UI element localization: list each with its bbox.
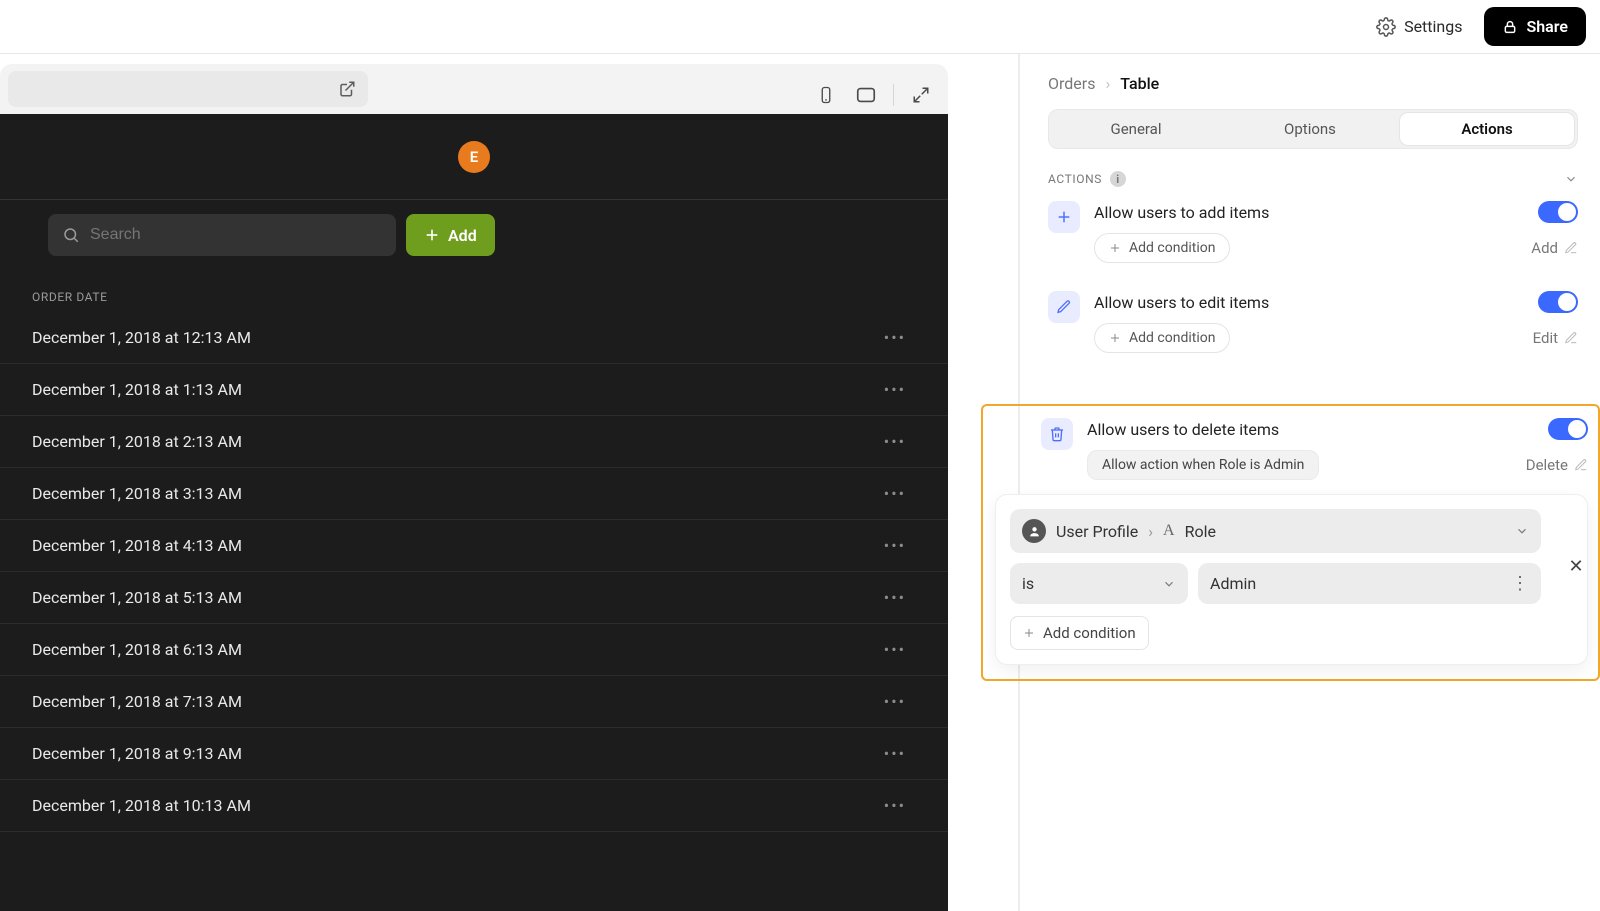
section-label: ACTIONS: [1048, 172, 1102, 186]
settings-label: Settings: [1404, 17, 1462, 36]
more-icon[interactable]: •••: [874, 588, 916, 607]
order-date-cell: December 1, 2018 at 7:13 AM: [32, 692, 242, 711]
more-icon[interactable]: •••: [874, 536, 916, 555]
table-row[interactable]: December 1, 2018 at 3:13 AM •••: [0, 468, 948, 520]
add-condition-button[interactable]: Add condition: [1094, 233, 1230, 263]
condition-field-selector[interactable]: User Profile › A Role: [1010, 509, 1541, 553]
action-delete-title: Allow users to delete items: [1087, 420, 1279, 439]
order-date-cell: December 1, 2018 at 1:13 AM: [32, 380, 242, 399]
add-condition-button[interactable]: Add condition: [1010, 616, 1149, 650]
add-button[interactable]: Add: [406, 214, 495, 256]
condition-summary-chip[interactable]: Allow action when Role is Admin: [1087, 450, 1319, 480]
trash-icon: [1041, 418, 1073, 450]
breadcrumb: Orders › Table: [1048, 74, 1578, 93]
more-icon[interactable]: •••: [874, 744, 916, 763]
add-condition-button[interactable]: Add condition: [1094, 323, 1230, 353]
chevron-right-icon: ›: [1148, 522, 1153, 541]
delete-action-highlight: Allow users to delete items Allow action…: [981, 404, 1600, 681]
tablet-icon[interactable]: [853, 82, 879, 108]
tabs: General Options Actions: [1048, 109, 1578, 149]
order-date-cell: December 1, 2018 at 3:13 AM: [32, 484, 242, 503]
breadcrumb-root[interactable]: Orders: [1048, 74, 1095, 93]
url-pill[interactable]: [8, 71, 368, 107]
plus-icon: [1023, 627, 1035, 639]
more-icon[interactable]: ⋮: [1511, 573, 1529, 594]
breadcrumb-current: Table: [1120, 74, 1159, 93]
chevron-down-icon[interactable]: [1564, 172, 1578, 186]
action-tag-delete[interactable]: Delete: [1526, 456, 1568, 474]
toggle-add[interactable]: [1538, 201, 1578, 223]
more-icon[interactable]: •••: [874, 484, 916, 503]
pencil-icon: [1048, 291, 1080, 323]
table-row[interactable]: December 1, 2018 at 5:13 AM •••: [0, 572, 948, 624]
gear-icon: [1376, 17, 1396, 37]
chevron-down-icon: [1162, 577, 1176, 591]
open-external-icon[interactable]: [338, 80, 356, 98]
user-icon: [1022, 519, 1046, 543]
table-row[interactable]: December 1, 2018 at 9:13 AM •••: [0, 728, 948, 780]
tab-actions[interactable]: Actions: [1400, 113, 1574, 145]
settings-button[interactable]: Settings: [1376, 17, 1462, 37]
action-edit-title: Allow users to edit items: [1094, 293, 1269, 312]
more-icon[interactable]: •••: [874, 380, 916, 399]
share-label: Share: [1526, 17, 1568, 36]
tab-options[interactable]: Options: [1223, 110, 1397, 148]
condition-value-input[interactable]: Admin ⋮: [1198, 563, 1541, 604]
column-header: ORDER DATE: [0, 262, 948, 312]
order-date-cell: December 1, 2018 at 5:13 AM: [32, 588, 242, 607]
chevron-down-icon: [1515, 524, 1529, 538]
close-icon[interactable]: ✕: [1563, 553, 1589, 579]
more-icon[interactable]: •••: [874, 328, 916, 347]
table-row[interactable]: December 1, 2018 at 1:13 AM •••: [0, 364, 948, 416]
condition-field: Role: [1185, 522, 1216, 541]
table-row[interactable]: December 1, 2018 at 6:13 AM •••: [0, 624, 948, 676]
add-label: Add: [448, 226, 477, 245]
preview-url-bar: [0, 64, 948, 114]
order-date-cell: December 1, 2018 at 12:13 AM: [32, 328, 251, 347]
share-button[interactable]: Share: [1484, 7, 1586, 46]
table-row[interactable]: December 1, 2018 at 12:13 AM •••: [0, 312, 948, 364]
order-date-cell: December 1, 2018 at 6:13 AM: [32, 640, 242, 659]
action-tag-add[interactable]: Add: [1531, 239, 1558, 257]
order-date-cell: December 1, 2018 at 10:13 AM: [32, 796, 251, 815]
lock-icon: [1502, 19, 1518, 35]
condition-source: User Profile: [1056, 522, 1138, 541]
table-row[interactable]: December 1, 2018 at 10:13 AM •••: [0, 780, 948, 832]
search-icon: [62, 226, 80, 244]
separator: [893, 84, 894, 106]
table-row[interactable]: December 1, 2018 at 7:13 AM •••: [0, 676, 948, 728]
chevron-right-icon: ›: [1105, 74, 1110, 93]
avatar-initial: E: [470, 148, 478, 166]
more-icon[interactable]: •••: [874, 692, 916, 711]
toggle-edit[interactable]: [1538, 291, 1578, 313]
plus-icon: [424, 227, 440, 243]
table-row[interactable]: December 1, 2018 at 2:13 AM •••: [0, 416, 948, 468]
expand-icon[interactable]: [908, 82, 934, 108]
pencil-icon[interactable]: [1564, 331, 1578, 345]
table-row[interactable]: December 1, 2018 at 4:13 AM •••: [0, 520, 948, 572]
condition-operator-select[interactable]: is: [1010, 563, 1188, 604]
pencil-icon[interactable]: [1564, 241, 1578, 255]
plus-icon: [1109, 332, 1121, 344]
search-box[interactable]: [48, 214, 396, 256]
toggle-delete[interactable]: [1548, 418, 1588, 440]
plus-icon: [1048, 201, 1080, 233]
avatar[interactable]: E: [458, 141, 490, 173]
type-label: A: [1163, 522, 1175, 540]
more-icon[interactable]: •••: [874, 796, 916, 815]
action-add-title: Allow users to add items: [1094, 203, 1269, 222]
more-icon[interactable]: •••: [874, 640, 916, 659]
pencil-icon[interactable]: [1574, 458, 1588, 472]
tab-general[interactable]: General: [1049, 110, 1223, 148]
search-input[interactable]: [90, 226, 382, 244]
mobile-icon[interactable]: [813, 82, 839, 108]
order-date-cell: December 1, 2018 at 2:13 AM: [32, 432, 242, 451]
action-tag-edit[interactable]: Edit: [1533, 329, 1558, 347]
order-date-cell: December 1, 2018 at 4:13 AM: [32, 536, 242, 555]
plus-icon: [1109, 242, 1121, 254]
order-date-cell: December 1, 2018 at 9:13 AM: [32, 744, 242, 763]
info-icon[interactable]: i: [1110, 171, 1126, 187]
more-icon[interactable]: •••: [874, 432, 916, 451]
